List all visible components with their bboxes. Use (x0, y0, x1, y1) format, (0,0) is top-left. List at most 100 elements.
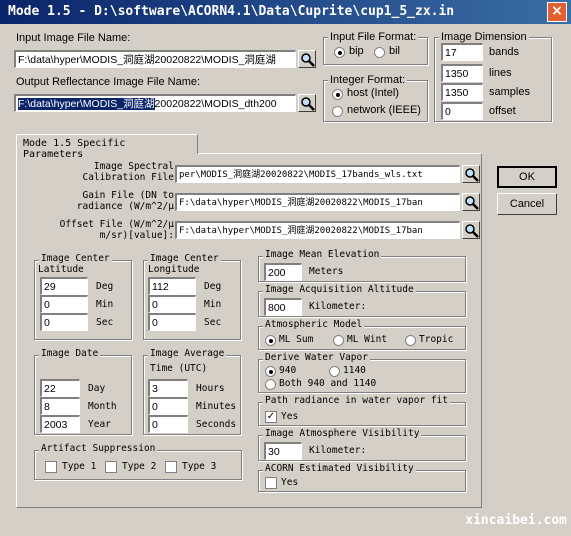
search-icon (465, 168, 479, 182)
type2-label: Type 2 (122, 461, 157, 472)
minutes-field[interactable]: 0 (148, 397, 188, 415)
lon-sec-field[interactable]: 0 (148, 313, 196, 331)
network-ieee-radio[interactable] (332, 106, 343, 117)
offset-field[interactable]: 0 (441, 102, 483, 120)
lines-label: lines (489, 67, 512, 79)
input-file-field[interactable]: F:\data\hyper\MODIS_洞庭湖20020822\MODIS_洞庭… (14, 50, 296, 68)
visibility-unit: Kilometer: (309, 445, 367, 456)
type3-checkbox[interactable] (165, 461, 177, 473)
altitude-unit: Kilometer: (309, 301, 367, 312)
cancel-button[interactable]: Cancel (497, 193, 557, 215)
seconds-field[interactable]: 0 (148, 415, 188, 433)
lon-min-field[interactable]: 0 (148, 295, 196, 313)
hours-label: Hours (196, 383, 225, 394)
acorn-visibility-group: ACORN Estimated Visibility Yes (258, 463, 466, 492)
altitude-field[interactable]: 800 (264, 298, 302, 316)
minutes-label: Minutes (196, 401, 237, 412)
day-field[interactable]: 22 (40, 379, 80, 397)
hours-field[interactable]: 3 (148, 379, 188, 397)
path-radiance-title: Path radiance in water vapor fit (263, 395, 451, 406)
year-field[interactable]: 2003 (40, 415, 80, 433)
output-file-selected-text: F:\data\hyper\MODIS_洞庭湖 (18, 98, 155, 110)
water-940-radio[interactable] (265, 366, 276, 377)
bip-radio[interactable] (334, 47, 345, 58)
spectral-browse-button[interactable] (462, 165, 480, 183)
visibility-group: Image Atmosphere Visibility 30 Kilometer… (258, 428, 466, 461)
lines-field[interactable]: 1350 (441, 64, 483, 82)
month-field[interactable]: 8 (40, 397, 80, 415)
artifact-title: Artifact Suppression (39, 443, 158, 454)
gain-label-line1: Gain File (DN to (82, 190, 174, 201)
path-radiance-checkbox[interactable]: ✓ (265, 411, 277, 423)
year-label: Year (88, 419, 111, 430)
close-button[interactable]: × (547, 2, 567, 22)
offset-file-label: Offset File (W/m^2/μ m/sr)[value]: (40, 219, 174, 241)
type1-checkbox[interactable] (45, 461, 57, 473)
altitude-group: Image Acquisition Altitude 800 Kilometer… (258, 284, 466, 317)
path-radiance-group: Path radiance in water vapor fit ✓ Yes (258, 395, 466, 426)
search-icon (301, 53, 315, 67)
search-icon (301, 97, 315, 111)
visibility-field[interactable]: 30 (264, 442, 302, 460)
bands-label: bands (489, 46, 519, 58)
water-1140-radio[interactable] (329, 366, 340, 377)
ml-wint-label: ML Wint (347, 334, 388, 345)
water-1140-label: 1140 (343, 365, 366, 376)
month-label: Month (88, 401, 117, 412)
elevation-group: Image Mean Elevation 200 Meters (258, 249, 466, 282)
bil-radio[interactable] (374, 47, 385, 58)
window-title: Mode 1.5 - D:\software\ACORN4.1\Data\Cup… (8, 4, 455, 19)
offset-label: offset (489, 105, 516, 117)
samples-field[interactable]: 1350 (441, 83, 483, 101)
water-940-label: 940 (279, 365, 297, 376)
output-file-rest-text: 20020822\MODIS_dth200 (154, 98, 277, 110)
longitude-subtitle: Longitude (148, 264, 200, 275)
network-ieee-label: network (IEEE) (347, 104, 421, 116)
water-both-radio[interactable] (265, 379, 276, 390)
output-file-browse-button[interactable] (298, 94, 316, 112)
input-format-group: Input File Format: bip bil (323, 31, 428, 65)
lat-deg-field[interactable]: 29 (40, 277, 88, 295)
ml-sum-radio[interactable] (265, 335, 276, 346)
title-bar: Mode 1.5 - D:\software\ACORN4.1\Data\Cup… (0, 0, 571, 24)
visibility-title: Image Atmosphere Visibility (263, 428, 422, 439)
acorn-visibility-checkbox[interactable] (265, 477, 277, 489)
time-subtitle: Time (UTC) (150, 363, 208, 374)
ok-button[interactable]: OK (497, 166, 557, 188)
output-file-field[interactable]: F:\data\hyper\MODIS_洞庭湖20020822\MODIS_dt… (14, 94, 296, 112)
acorn-visibility-label: Yes (281, 477, 299, 488)
watermark: xincaibei.com (465, 513, 567, 528)
water-both-label: Both 940 and 1140 (279, 378, 377, 389)
lon-deg-field[interactable]: 112 (148, 277, 196, 295)
elevation-field[interactable]: 200 (264, 263, 302, 281)
lon-sec-label: Sec (204, 317, 222, 328)
ml-sum-label: ML Sum (279, 334, 314, 345)
tropic-radio[interactable] (405, 335, 416, 346)
offset-browse-button[interactable] (462, 221, 480, 239)
lat-sec-field[interactable]: 0 (40, 313, 88, 331)
type2-checkbox[interactable] (105, 461, 117, 473)
date-title: Image Date (39, 348, 101, 359)
type3-label: Type 3 (182, 461, 217, 472)
ml-wint-radio[interactable] (333, 335, 344, 346)
output-file-label: Output Reflectance Image File Name: (16, 76, 201, 88)
tropic-label: Tropic (419, 334, 454, 345)
lat-min-field[interactable]: 0 (40, 295, 88, 313)
lat-min-label: Min (96, 299, 114, 310)
longitude-title: Image Center (148, 253, 221, 264)
offset-file-field[interactable]: F:\data\hyper\MODIS_洞庭湖20020822\MODIS_17… (175, 221, 460, 239)
gain-file-field[interactable]: F:\data\hyper\MODIS_洞庭湖20020822\MODIS_17… (175, 193, 460, 211)
elevation-unit: Meters (309, 266, 344, 277)
samples-label: samples (489, 86, 530, 98)
bands-field[interactable]: 17 (441, 43, 483, 61)
spectral-file-field[interactable]: per\MODIS_洞庭湖20020822\MODIS_17bands_wls.… (175, 165, 460, 183)
type1-label: Type 1 (62, 461, 97, 472)
tab-mode15-params[interactable]: Mode 1.5 Specific Parameters (16, 134, 198, 160)
input-file-browse-button[interactable] (298, 50, 316, 68)
lon-deg-label: Deg (204, 281, 222, 292)
host-intel-radio[interactable] (332, 89, 343, 100)
search-icon (465, 196, 479, 210)
latitude-subtitle: Latitude (38, 264, 84, 275)
gain-browse-button[interactable] (462, 193, 480, 211)
image-dimension-group: Image Dimension 17 bands 1350 lines 1350… (434, 31, 552, 122)
